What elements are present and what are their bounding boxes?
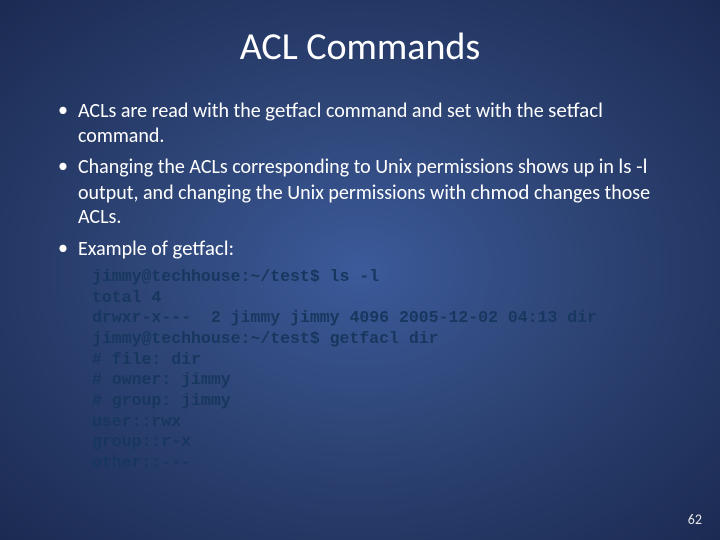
command-text: chmod <box>471 179 530 205</box>
text: command and set with the <box>321 99 548 123</box>
bullet-item: ACLs are read with the getfacl command a… <box>56 98 664 148</box>
text: : <box>229 237 234 261</box>
page-number: 62 <box>688 511 702 528</box>
bullet-item: Changing the ACLs corresponding to Unix … <box>56 154 664 230</box>
text: ACLs are read with the <box>78 99 265 123</box>
text: Changing the ACLs corresponding to Unix … <box>78 155 618 179</box>
text: output, and changing the Unix permission… <box>78 181 471 205</box>
code-example: jimmy@techhouse:~/test$ ls -l total 4 dr… <box>92 267 720 473</box>
command-text: getfacl <box>265 97 321 123</box>
command-text: ls -l <box>618 153 647 179</box>
text: command. <box>78 124 164 148</box>
slide-title: ACL Commands <box>0 0 720 80</box>
command-text: getfacl <box>172 235 228 261</box>
slide: ACL Commands ACLs are read with the getf… <box>0 0 720 540</box>
text: Example of <box>78 237 172 261</box>
command-text: setfacl <box>548 97 603 123</box>
bullet-list: ACLs are read with the getfacl command a… <box>56 98 664 261</box>
bullet-item: Example of getfacl: <box>56 236 664 262</box>
